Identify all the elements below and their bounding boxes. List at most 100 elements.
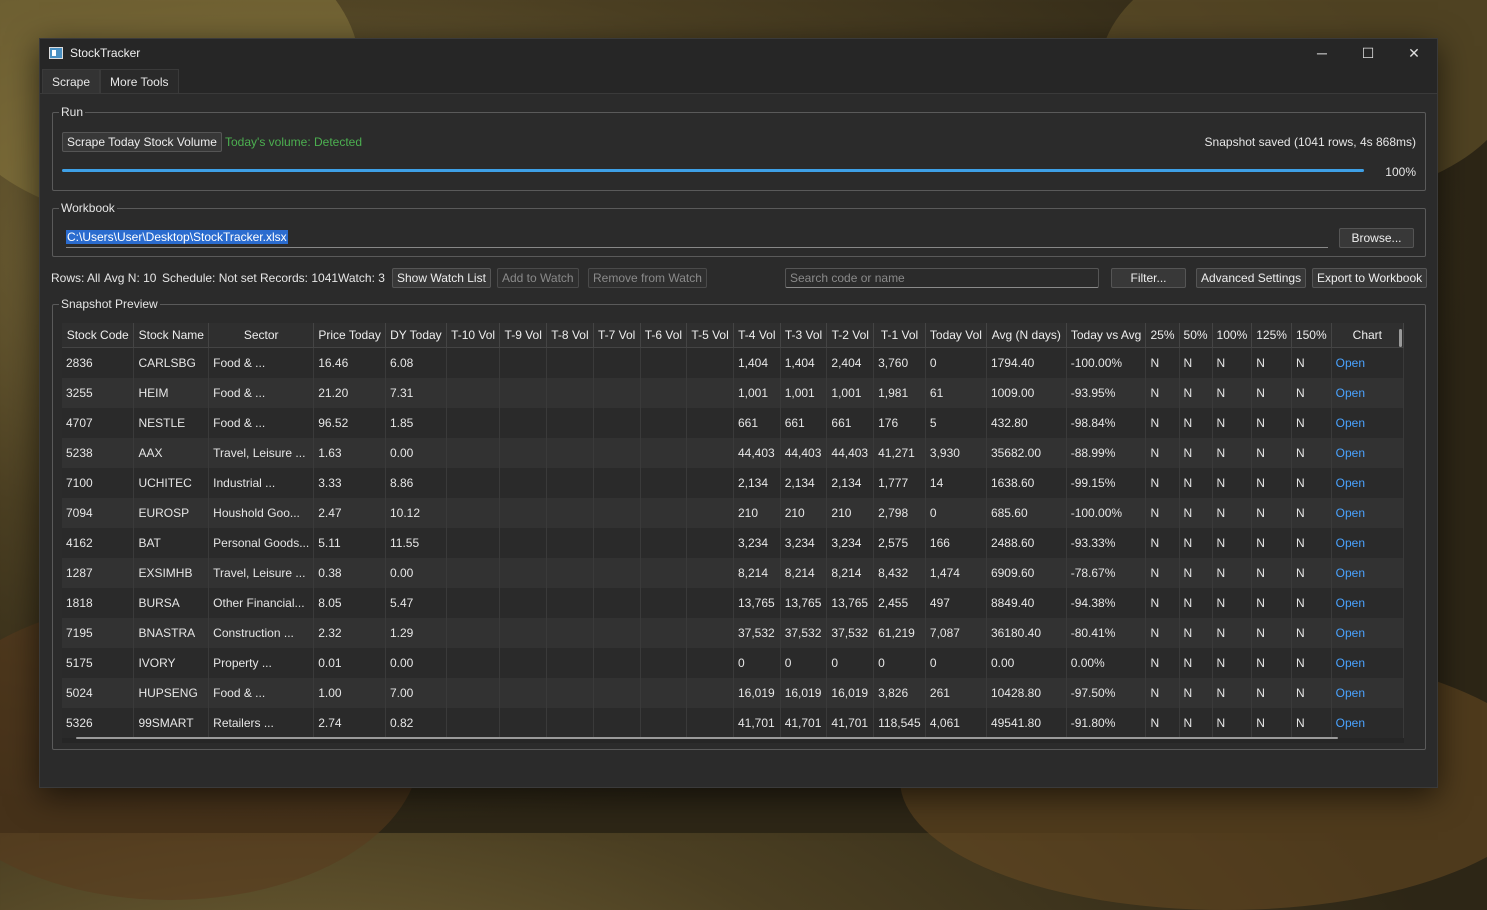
table-cell xyxy=(686,708,734,738)
column-header[interactable]: 100% xyxy=(1212,323,1253,348)
remove-from-watch-button[interactable]: Remove from Watch xyxy=(588,268,707,288)
column-header[interactable]: 50% xyxy=(1179,323,1213,348)
open-chart-link[interactable]: Open xyxy=(1331,678,1404,708)
workbook-path-input[interactable]: C:\Users\User\Desktop\StockTracker.xlsx xyxy=(66,228,1328,248)
table-cell: 0.00 xyxy=(385,438,447,468)
maximize-icon[interactable]: ☐ xyxy=(1345,39,1391,67)
column-header[interactable]: Stock Name xyxy=(133,323,210,348)
browse-button[interactable]: Browse... xyxy=(1339,228,1414,248)
open-chart-link[interactable]: Open xyxy=(1331,648,1404,678)
table-cell: 5175 xyxy=(62,648,135,678)
table-cell: 661 xyxy=(733,408,781,438)
column-header[interactable]: T-7 Vol xyxy=(593,323,641,348)
tab-content: Run Scrape Today Stock Volume Today's vo… xyxy=(40,93,1437,787)
snapshot-table-container[interactable]: Stock Code Stock Name Sector Price Today DY … xyxy=(62,323,1404,743)
column-header[interactable]: T-5 Vol xyxy=(686,323,734,348)
column-header[interactable]: T-9 Vol xyxy=(499,323,548,348)
table-cell: 14 xyxy=(925,468,987,498)
table-cell xyxy=(499,438,548,468)
open-chart-link[interactable]: Open xyxy=(1331,468,1404,498)
table-row[interactable]: 5175 IVORY Property ... 0.01 0.00 0 0 0 0 0 0.00 0.… xyxy=(62,648,1404,678)
open-chart-link[interactable]: Open xyxy=(1331,498,1404,528)
table-row[interactable]: 4162 BAT Personal Goods... 5.11 11.55 3,234 3,… xyxy=(62,528,1404,558)
open-chart-link[interactable]: Open xyxy=(1331,588,1404,618)
minimize-icon[interactable]: ─ xyxy=(1299,39,1345,67)
table-cell xyxy=(640,558,688,588)
column-header[interactable]: T-3 Vol xyxy=(780,323,828,348)
column-header[interactable]: Stock Code xyxy=(62,323,135,348)
column-header[interactable]: T-1 Vol xyxy=(873,323,926,348)
column-header[interactable]: Avg (N days) xyxy=(986,323,1067,348)
tab-more-tools[interactable]: More Tools xyxy=(100,69,179,94)
table-cell: 13,765 xyxy=(826,588,875,618)
table-row[interactable]: 3255 HEIM Food & ... 21.20 7.31 1,001 1,001 1,0… xyxy=(62,378,1404,408)
table-cell: 3255 xyxy=(62,378,135,408)
column-header[interactable]: 150% xyxy=(1291,323,1332,348)
column-header[interactable]: Chart xyxy=(1331,323,1404,348)
table-cell: Travel, Leisure ... xyxy=(208,558,315,588)
table-row[interactable]: 1818 BURSA Other Financial... 8.05 5.47 13,76… xyxy=(62,588,1404,618)
column-header[interactable]: T-4 Vol xyxy=(733,323,781,348)
table-cell: N xyxy=(1212,528,1253,558)
open-chart-link[interactable]: Open xyxy=(1331,708,1404,738)
table-cell: N xyxy=(1212,498,1253,528)
table-cell: 1,001 xyxy=(780,378,828,408)
table-row[interactable]: 7094 EUROSP Houshold Goo... 2.47 10.12 210 210… xyxy=(62,498,1404,528)
open-chart-link[interactable]: Open xyxy=(1331,378,1404,408)
column-header[interactable]: T-8 Vol xyxy=(546,323,594,348)
tab-scrape[interactable]: Scrape xyxy=(42,69,101,94)
table-cell: 1.63 xyxy=(313,438,386,468)
column-header[interactable]: T-6 Vol xyxy=(640,323,688,348)
export-workbook-button[interactable]: Export to Workbook xyxy=(1312,268,1428,288)
table-cell xyxy=(446,558,501,588)
column-header[interactable]: 25% xyxy=(1145,323,1180,348)
table-cell: 4,061 xyxy=(925,708,987,738)
close-icon[interactable]: ✕ xyxy=(1391,39,1437,67)
column-header[interactable]: T-10 Vol xyxy=(446,323,501,348)
scrape-button[interactable]: Scrape Today Stock Volume xyxy=(62,132,222,152)
open-chart-link[interactable]: Open xyxy=(1331,558,1404,588)
open-chart-link[interactable]: Open xyxy=(1331,528,1404,558)
table-row[interactable]: 5326 99SMART Retailers ... 2.74 0.82 41,701 41… xyxy=(62,708,1404,738)
table-cell: N xyxy=(1251,708,1292,738)
advanced-settings-button[interactable]: Advanced Settings xyxy=(1196,268,1307,288)
search-input[interactable]: Search code or name xyxy=(785,268,1099,288)
table-row[interactable]: 4707 NESTLE Food & ... 96.52 1.85 661 661 661 17… xyxy=(62,408,1404,438)
table-cell: 210 xyxy=(780,498,828,528)
column-header[interactable]: DY Today xyxy=(385,323,447,348)
table-row[interactable]: 2836 CARLSBG Food & ... 16.46 6.08 1,404 1,404… xyxy=(62,347,1404,378)
table-row[interactable]: 5238 AAX Travel, Leisure ... 1.63 0.00 44,403… xyxy=(62,438,1404,468)
table-cell: 61 xyxy=(925,378,987,408)
show-watch-list-button[interactable]: Show Watch List xyxy=(392,268,491,288)
column-header[interactable]: Sector xyxy=(208,323,315,348)
column-header[interactable]: Today Vol xyxy=(925,323,987,348)
filter-button[interactable]: Filter... xyxy=(1111,268,1186,288)
add-to-watch-button[interactable]: Add to Watch xyxy=(497,268,579,288)
horizontal-scrollbar[interactable] xyxy=(76,737,1338,739)
column-header[interactable]: Price Today xyxy=(313,323,386,348)
table-cell xyxy=(499,618,548,648)
table-cell: N xyxy=(1145,588,1180,618)
table-row[interactable]: 7195 BNASTRA Construction ... 2.32 1.29 37,53… xyxy=(62,618,1404,648)
table-cell xyxy=(546,708,594,738)
run-group: Run Scrape Today Stock Volume Today's vo… xyxy=(52,105,1426,191)
table-cell: 0 xyxy=(733,648,781,678)
open-chart-link[interactable]: Open xyxy=(1331,408,1404,438)
table-cell xyxy=(593,678,641,708)
column-header[interactable]: 125% xyxy=(1251,323,1292,348)
open-chart-link[interactable]: Open xyxy=(1331,347,1404,378)
column-header[interactable]: Today vs Avg xyxy=(1066,323,1147,348)
table-row[interactable]: 5024 HUPSENG Food & ... 1.00 7.00 16,019 16,01… xyxy=(62,678,1404,708)
table-row[interactable]: 1287 EXSIMHB Travel, Leisure ... 0.38 0.00 8,… xyxy=(62,558,1404,588)
open-chart-link[interactable]: Open xyxy=(1331,438,1404,468)
table-cell: 10.12 xyxy=(385,498,447,528)
table-row[interactable]: 7100 UCHITEC Industrial ... 3.33 8.86 2,134 2,… xyxy=(62,468,1404,498)
table-cell xyxy=(546,528,594,558)
table-cell: N xyxy=(1291,378,1332,408)
vertical-scrollbar[interactable] xyxy=(1399,329,1402,347)
table-cell xyxy=(640,618,688,648)
column-header[interactable]: T-2 Vol xyxy=(826,323,875,348)
open-chart-link[interactable]: Open xyxy=(1331,618,1404,648)
table-cell: 41,271 xyxy=(873,438,926,468)
table-cell: N xyxy=(1179,498,1213,528)
